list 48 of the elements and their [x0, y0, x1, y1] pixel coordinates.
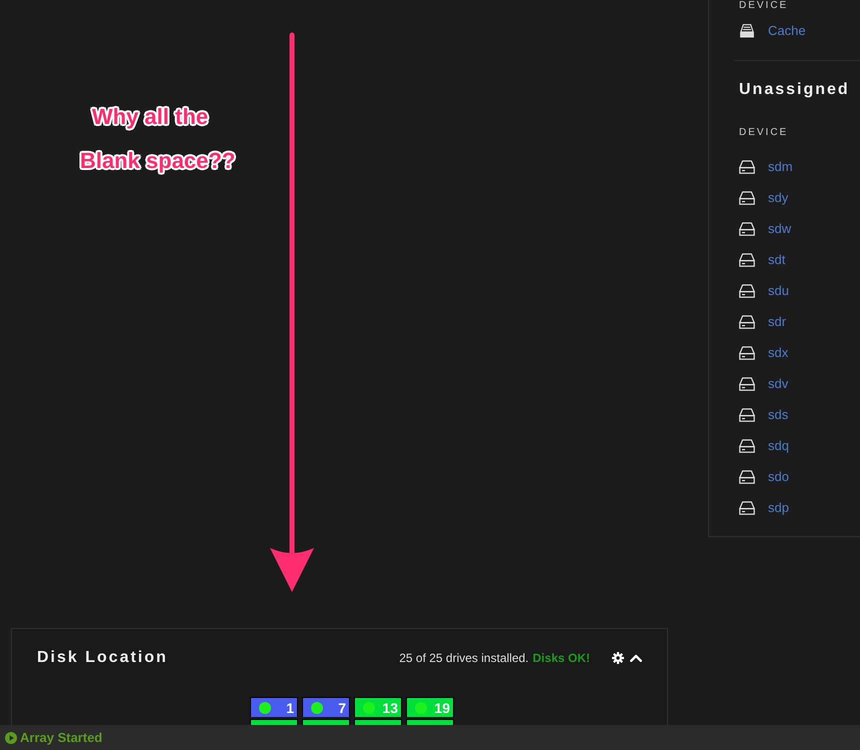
device-link[interactable]: sdo — [768, 469, 789, 484]
device-link[interactable]: sdu — [768, 283, 789, 298]
settings-icon[interactable] — [612, 652, 624, 664]
device-link[interactable]: sdq — [768, 438, 789, 453]
disk-drive-icon — [739, 346, 755, 360]
device-link[interactable]: sdm — [768, 159, 793, 174]
annotation-text: Why all the — [92, 104, 208, 130]
column-header: DEVICE — [738, 0, 790, 12]
disk-status-text: Disks OK! — [532, 651, 590, 665]
annotation-text: Blank space?? — [80, 148, 236, 174]
column-header: DEVICE — [738, 127, 790, 139]
device-link[interactable]: Cache — [768, 23, 806, 38]
panel-title: Disk Location — [37, 648, 168, 668]
disk-drive-icon — [739, 284, 755, 298]
device-link[interactable]: sdr — [768, 314, 786, 329]
play-circle-icon — [5, 732, 17, 744]
drive-tray[interactable] — [302, 719, 350, 725]
drive-stack-icon — [739, 24, 755, 38]
drive-tray[interactable] — [354, 719, 402, 725]
disk-drive-icon — [739, 314, 755, 328]
disk-drive-icon — [739, 160, 755, 174]
disk-drive-icon — [739, 376, 755, 390]
drive-number: 19 — [434, 700, 450, 716]
device-link[interactable]: sdt — [768, 252, 786, 267]
device-link[interactable]: sds — [768, 407, 788, 422]
drive-number: 1 — [286, 700, 294, 716]
disk-drive-icon — [739, 408, 755, 422]
drive-number: 7 — [338, 700, 346, 716]
drive-tray[interactable] — [406, 719, 454, 725]
disk-drive-icon — [739, 190, 755, 204]
status-text: Array Started — [20, 730, 102, 745]
drive-number: 13 — [382, 700, 398, 716]
device-link[interactable]: sdv — [768, 376, 788, 391]
disk-drive-icon — [739, 252, 755, 266]
device-link[interactable]: sdp — [768, 500, 789, 515]
disk-drive-icon — [739, 500, 755, 514]
drive-count-text: 25 of 25 drives installed. — [399, 651, 529, 665]
section-title: Unassigned — [738, 80, 851, 100]
device-link[interactable]: sdw — [768, 221, 792, 236]
device-link[interactable]: sdx — [768, 345, 788, 360]
device-link[interactable]: sdy — [768, 190, 788, 205]
drive-tray[interactable]: 7 — [302, 697, 350, 717]
disk-drive-icon — [739, 470, 755, 484]
disk-drive-icon — [739, 438, 755, 452]
disk-drive-icon — [739, 222, 755, 236]
drive-tray[interactable] — [250, 719, 298, 725]
chevron-up-icon[interactable] — [630, 654, 642, 662]
drive-tray[interactable]: 1 — [250, 697, 298, 717]
